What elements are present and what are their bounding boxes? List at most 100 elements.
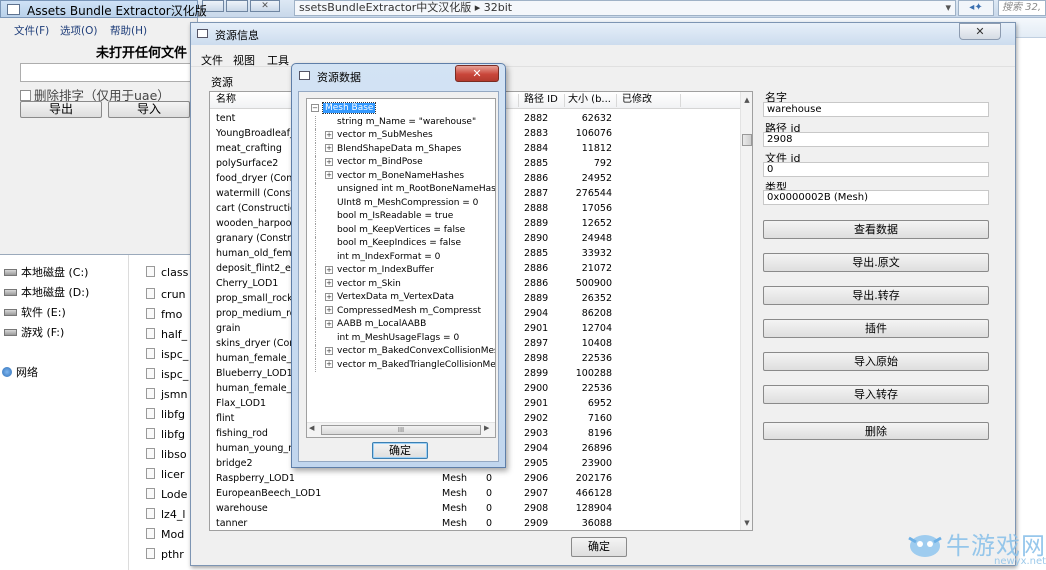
- file-item[interactable]: half_: [146, 328, 187, 341]
- tree-node[interactable]: bool m_IsReadable = true: [311, 210, 495, 224]
- nav-network[interactable]: 网络: [2, 364, 38, 380]
- dialog-ok-button[interactable]: 确定: [372, 442, 428, 459]
- table-row[interactable]: warehouse Mesh 0 2908 128904: [210, 501, 740, 516]
- checkbox[interactable]: [20, 90, 31, 101]
- file-item[interactable]: pthr: [146, 548, 184, 561]
- tree-node[interactable]: int m_MeshUsageFlags = 0: [311, 331, 495, 345]
- address-dropdown-icon[interactable]: ▾: [945, 1, 951, 15]
- tree-node[interactable]: + vector m_BakedConvexCollisionMesh: [311, 345, 495, 359]
- column-header-modified[interactable]: 已修改: [622, 92, 652, 108]
- asset-window-ok-button[interactable]: 确定: [571, 537, 627, 557]
- scroll-right-icon[interactable]: ▶: [484, 424, 489, 432]
- menu-tools[interactable]: 工具: [267, 52, 289, 68]
- file-item[interactable]: libso: [146, 448, 187, 461]
- nav-drive-e[interactable]: 软件 (E:): [4, 304, 66, 320]
- name-field[interactable]: warehouse: [763, 102, 989, 117]
- expand-icon[interactable]: +: [325, 360, 333, 368]
- file-item[interactable]: jsmn: [146, 388, 187, 401]
- scroll-thumb[interactable]: [742, 134, 752, 146]
- refresh-icon[interactable]: ◂✦: [958, 0, 994, 16]
- file-id-field[interactable]: 0: [763, 162, 989, 177]
- expand-icon[interactable]: +: [325, 171, 333, 179]
- file-item[interactable]: class: [146, 266, 188, 279]
- expand-icon[interactable]: +: [325, 319, 333, 328]
- file-item[interactable]: licer: [146, 468, 184, 481]
- file-item[interactable]: fmo: [146, 308, 182, 321]
- tree-node[interactable]: + AABB m_LocalAABB: [311, 318, 495, 332]
- scroll-thumb[interactable]: III: [321, 425, 481, 435]
- file-item[interactable]: Lode: [146, 488, 187, 501]
- expand-icon[interactable]: +: [325, 157, 333, 166]
- expand-icon[interactable]: +: [325, 265, 333, 274]
- explorer-search-field[interactable]: 搜索 32,: [998, 0, 1046, 16]
- tree-node[interactable]: + vector m_BindPose: [311, 156, 495, 170]
- explorer-address-bar[interactable]: ssetsBundleExtractor中文汉化版 ▸ 32bit ▾: [294, 0, 956, 16]
- menu-file[interactable]: 文件(F): [14, 23, 49, 38]
- expand-icon[interactable]: +: [325, 144, 333, 152]
- tree-node[interactable]: string m_Name = "warehouse": [311, 115, 495, 129]
- remove-button[interactable]: 删除: [763, 422, 989, 440]
- tree-node[interactable]: unsigned int m_RootBoneNameHash: [311, 183, 495, 197]
- menu-help[interactable]: 帮助(H): [110, 23, 147, 38]
- scroll-left-icon[interactable]: ◀: [309, 424, 314, 432]
- menu-file[interactable]: 文件: [201, 52, 223, 68]
- file-item[interactable]: lz4_l: [146, 508, 185, 521]
- expand-icon[interactable]: +: [325, 346, 333, 355]
- export-dump-button[interactable]: 导出.转存: [763, 286, 989, 305]
- import-dump-button[interactable]: 导入转存: [763, 385, 989, 404]
- bg-export-button[interactable]: 导出: [20, 101, 102, 118]
- tree-node[interactable]: − Mesh Base: [311, 102, 495, 116]
- expand-icon[interactable]: +: [325, 306, 333, 314]
- column-header-size[interactable]: 大小 (b...: [568, 92, 611, 108]
- tree-node[interactable]: + CompressedMesh m_Compresst: [311, 304, 495, 318]
- dialog-close-button[interactable]: ✕: [455, 65, 499, 82]
- file-item[interactable]: libfg: [146, 408, 185, 421]
- cell-path-id: 2907: [524, 488, 549, 499]
- file-item[interactable]: Mod: [146, 528, 184, 541]
- file-item[interactable]: ispc_: [146, 348, 188, 361]
- tree-node[interactable]: int m_IndexFormat = 0: [311, 250, 495, 264]
- column-header-path-id[interactable]: 路径 ID: [524, 92, 558, 108]
- tree-node[interactable]: UInt8 m_MeshCompression = 0: [311, 196, 495, 210]
- export-raw-button[interactable]: 导出.原文: [763, 253, 989, 272]
- bg-import-button[interactable]: 导入: [108, 101, 190, 118]
- expand-icon[interactable]: +: [325, 279, 333, 287]
- nav-drive-f[interactable]: 游戏 (F:): [4, 324, 64, 340]
- table-vertical-scrollbar[interactable]: ▲ ▼: [740, 92, 752, 530]
- tree-node[interactable]: bool m_KeepIndices = false: [311, 237, 495, 251]
- tree-node[interactable]: + vector m_SubMeshes: [311, 129, 495, 143]
- tree-node[interactable]: + vector m_IndexBuffer: [311, 264, 495, 278]
- table-row[interactable]: tanner Mesh 0 2909 36088: [210, 516, 740, 530]
- menu-options[interactable]: 选项(O): [60, 23, 97, 38]
- tree-node[interactable]: + VertexData m_VertexData: [311, 291, 495, 305]
- tree-node[interactable]: + vector m_BoneNameHashes: [311, 169, 495, 183]
- scroll-up-icon[interactable]: ▲: [741, 94, 752, 106]
- column-header-name[interactable]: 名称: [216, 92, 236, 108]
- file-item[interactable]: libfg: [146, 428, 185, 441]
- nav-drive-d[interactable]: 本地磁盘 (D:): [4, 284, 89, 300]
- plugins-button[interactable]: 插件: [763, 319, 989, 338]
- bg-window-path-input[interactable]: [20, 63, 198, 82]
- nav-drive-c[interactable]: 本地磁盘 (C:): [4, 264, 88, 280]
- tree-node[interactable]: bool m_KeepVertices = false: [311, 223, 495, 237]
- file-item[interactable]: ispc_: [146, 368, 188, 381]
- expand-icon[interactable]: +: [325, 292, 333, 301]
- file-item[interactable]: crun: [146, 288, 186, 301]
- tree-node[interactable]: + BlendShapeData m_Shapes: [311, 142, 495, 156]
- close-icon[interactable]: ✕: [250, 0, 280, 12]
- tree-node[interactable]: + vector m_Skin: [311, 277, 495, 291]
- maximize-icon[interactable]: [226, 0, 248, 12]
- type-field[interactable]: 0x0000002B (Mesh): [763, 190, 989, 205]
- expand-icon[interactable]: +: [325, 130, 333, 139]
- menu-view[interactable]: 视图: [233, 52, 255, 68]
- asset-window-close-button[interactable]: ✕: [959, 23, 1001, 40]
- tree-horizontal-scrollbar[interactable]: ◀ III ▶: [307, 422, 495, 437]
- tree-node[interactable]: + vector m_BakedTriangleCollisionMes: [311, 358, 495, 372]
- collapse-icon[interactable]: −: [311, 103, 319, 112]
- import-raw-button[interactable]: 导入原始: [763, 352, 989, 371]
- table-row[interactable]: EuropeanBeech_LOD1 Mesh 0 2907 466128: [210, 486, 740, 501]
- path-id-field[interactable]: 2908: [763, 132, 989, 147]
- table-row[interactable]: Raspberry_LOD1 Mesh 0 2906 202176: [210, 471, 740, 486]
- view-data-button[interactable]: 查看数据: [763, 220, 989, 239]
- scroll-down-icon[interactable]: ▼: [741, 517, 752, 529]
